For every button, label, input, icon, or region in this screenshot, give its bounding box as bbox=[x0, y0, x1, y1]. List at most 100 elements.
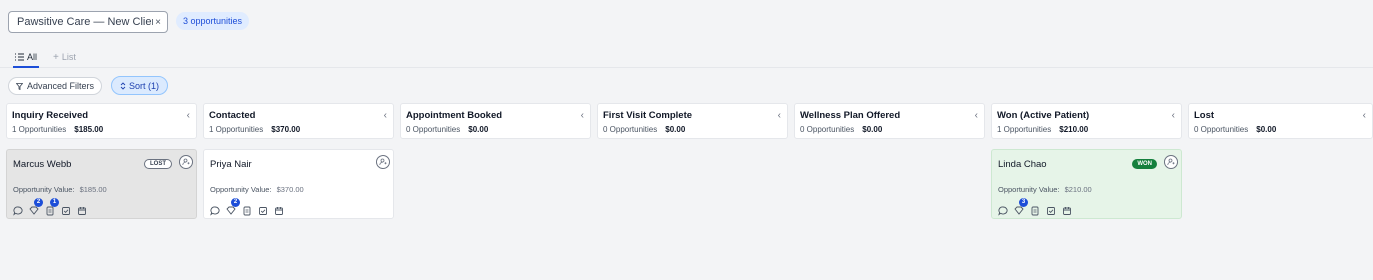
filter-icon bbox=[16, 82, 23, 90]
conversation-icon[interactable] bbox=[210, 203, 220, 216]
opportunity-value-amount: $185.00 bbox=[79, 185, 107, 194]
sort-label: Sort (1) bbox=[129, 80, 160, 91]
tasks-icon[interactable]: 3 bbox=[1014, 198, 1028, 215]
stage-column-header: Contacted ‹ 1 Opportunities $370.00 bbox=[203, 103, 394, 139]
tab-list-label: List bbox=[61, 52, 76, 62]
stage-value: $0.00 bbox=[1256, 125, 1277, 134]
checklist-icon[interactable] bbox=[61, 203, 71, 215]
advanced-filters-button[interactable]: Advanced Filters bbox=[8, 77, 103, 95]
collapse-icon[interactable]: ‹ bbox=[1172, 110, 1175, 121]
collapse-icon[interactable]: ‹ bbox=[581, 110, 584, 121]
stage-meta: 0 Opportunities $0.00 bbox=[1194, 125, 1276, 134]
stage-meta: 0 Opportunities $0.00 bbox=[406, 125, 488, 134]
stage-count: 0 Opportunities bbox=[1194, 125, 1249, 134]
stage-column-header: Lost ‹ 0 Opportunities $0.00 bbox=[1188, 103, 1373, 139]
opportunity-card[interactable]: Priya Nair Opportunity Value: $370.00 2 bbox=[203, 149, 394, 219]
collapse-icon[interactable]: ‹ bbox=[384, 110, 387, 121]
plus-icon: + bbox=[53, 51, 59, 63]
checklist-icon[interactable] bbox=[258, 203, 268, 215]
stage-column-header: First Visit Complete ‹ 0 Opportunities $0… bbox=[597, 103, 788, 139]
notes-icon[interactable]: 1 bbox=[45, 198, 59, 216]
collapse-icon[interactable]: ‹ bbox=[187, 110, 190, 121]
status-badge: LOST bbox=[144, 159, 172, 169]
pipeline-select-value: Pawsitive Care — New Client Pipeline bbox=[17, 16, 153, 28]
sort-button[interactable]: Sort (1) bbox=[111, 76, 169, 95]
advanced-filters-label: Advanced Filters bbox=[27, 81, 95, 91]
stage-meta: 1 Opportunities $370.00 bbox=[209, 125, 300, 134]
stage-name: Lost bbox=[1194, 110, 1215, 121]
stage-count: 1 Opportunities bbox=[209, 125, 264, 134]
stage-meta: 1 Opportunities $185.00 bbox=[12, 125, 103, 134]
opportunity-count-badge: 3 opportunities bbox=[176, 12, 250, 30]
clear-icon[interactable]: × bbox=[155, 17, 161, 28]
assign-user-icon[interactable] bbox=[1164, 155, 1178, 169]
stage-meta: 0 Opportunities $0.00 bbox=[800, 125, 882, 134]
stage-name: Wellness Plan Offered bbox=[800, 110, 901, 121]
stage-value: $0.00 bbox=[468, 125, 489, 134]
conversation-icon[interactable] bbox=[998, 203, 1008, 216]
contact-name[interactable]: Marcus Webb bbox=[13, 159, 71, 170]
notes-icon[interactable] bbox=[1030, 203, 1040, 216]
stage-count: 0 Opportunities bbox=[800, 125, 855, 134]
calendar-icon[interactable] bbox=[274, 203, 284, 215]
card-actions: 2 bbox=[210, 198, 284, 216]
opportunity-value-label: Opportunity Value: bbox=[13, 185, 75, 194]
tasks-icon[interactable]: 2 bbox=[29, 198, 43, 215]
assign-user-icon[interactable] bbox=[179, 155, 193, 169]
view-tabs: All + List bbox=[0, 44, 1373, 68]
stage-name: Appointment Booked bbox=[406, 110, 503, 121]
opportunity-value-label: Opportunity Value: bbox=[210, 185, 272, 194]
stage-name: Won (Active Patient) bbox=[997, 110, 1090, 121]
contact-name[interactable]: Priya Nair bbox=[210, 159, 252, 170]
stage-name: Inquiry Received bbox=[12, 110, 89, 121]
tasks-count-badge: 2 bbox=[34, 198, 43, 207]
collapse-icon[interactable]: ‹ bbox=[1363, 110, 1366, 121]
stage-name: Contacted bbox=[209, 110, 256, 121]
stage-value: $210.00 bbox=[1059, 125, 1089, 134]
contact-name[interactable]: Linda Chao bbox=[998, 159, 1047, 170]
stage-value: $370.00 bbox=[271, 125, 301, 134]
stage-count: 0 Opportunities bbox=[406, 125, 461, 134]
opportunity-card[interactable]: Marcus Webb LOST Opportunity Value: $185.… bbox=[6, 149, 197, 219]
stage-value: $0.00 bbox=[665, 125, 686, 134]
tab-add-list[interactable]: + List bbox=[53, 48, 76, 66]
tab-all-label: All bbox=[27, 52, 38, 62]
list-icon bbox=[15, 53, 24, 61]
calendar-icon[interactable] bbox=[77, 203, 87, 215]
opportunity-value: Opportunity Value: $370.00 bbox=[210, 185, 304, 194]
stage-count: 1 Opportunities bbox=[12, 125, 67, 134]
calendar-icon[interactable] bbox=[1062, 203, 1072, 215]
opportunity-value: Opportunity Value: $185.00 bbox=[13, 185, 107, 194]
opportunity-value-amount: $370.00 bbox=[276, 185, 304, 194]
checklist-icon[interactable] bbox=[1046, 203, 1056, 215]
collapse-icon[interactable]: ‹ bbox=[975, 110, 978, 121]
stage-count: 1 Opportunities bbox=[997, 125, 1052, 134]
card-actions: 3 bbox=[998, 198, 1072, 216]
tasks-count-badge: 2 bbox=[231, 198, 240, 207]
opportunity-value-label: Opportunity Value: bbox=[998, 185, 1060, 194]
stage-count: 0 Opportunities bbox=[603, 125, 658, 134]
conversation-icon[interactable] bbox=[13, 203, 23, 216]
pipeline-select[interactable]: Pawsitive Care — New Client Pipeline × bbox=[8, 11, 168, 33]
stage-column-header: Wellness Plan Offered ‹ 0 Opportunities $… bbox=[794, 103, 985, 139]
stage-column-header: Won (Active Patient) ‹ 1 Opportunities $2… bbox=[991, 103, 1182, 139]
sort-icon bbox=[120, 81, 126, 90]
stage-column-header: Appointment Booked ‹ 0 Opportunities $0.0… bbox=[400, 103, 591, 139]
stage-value: $0.00 bbox=[862, 125, 883, 134]
stage-value: $185.00 bbox=[74, 125, 104, 134]
notes-count-badge: 1 bbox=[50, 198, 59, 207]
card-actions: 2 1 bbox=[13, 198, 87, 216]
opportunity-card[interactable]: Linda Chao WON Opportunity Value: $210.00… bbox=[991, 149, 1182, 219]
stage-name: First Visit Complete bbox=[603, 110, 693, 121]
stage-column-header: Inquiry Received ‹ 1 Opportunities $185.0… bbox=[6, 103, 197, 139]
tab-all[interactable]: All bbox=[12, 48, 40, 68]
stage-meta: 1 Opportunities $210.00 bbox=[997, 125, 1088, 134]
notes-icon[interactable] bbox=[242, 203, 252, 216]
collapse-icon[interactable]: ‹ bbox=[778, 110, 781, 121]
status-badge: WON bbox=[1132, 159, 1157, 169]
stage-meta: 0 Opportunities $0.00 bbox=[603, 125, 685, 134]
opportunity-value-amount: $210.00 bbox=[1064, 185, 1092, 194]
tasks-icon[interactable]: 2 bbox=[226, 198, 240, 215]
tasks-count-badge: 3 bbox=[1019, 198, 1028, 207]
assign-user-icon[interactable] bbox=[376, 155, 390, 169]
